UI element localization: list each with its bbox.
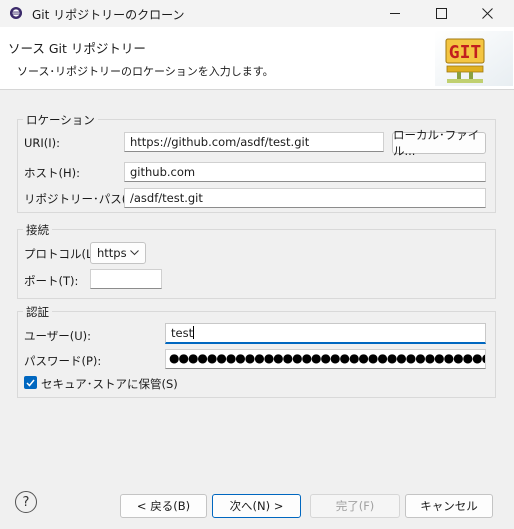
port-label: ポート(T): [24, 274, 79, 288]
help-icon[interactable]: ? [15, 491, 37, 513]
finish-button[interactable]: 完了(F) [310, 494, 400, 518]
minimize-button[interactable] [372, 0, 418, 27]
checkmark-icon [26, 379, 35, 387]
connection-group-label: 接続 [23, 222, 52, 238]
page-description: ソース･リポジトリーのロケーションを入力します。 [17, 65, 274, 78]
authentication-group-label: 認証 [23, 304, 52, 320]
chevron-down-icon [130, 250, 139, 256]
title-bar: Git リポジトリーのクローン [0, 0, 514, 27]
connection-group [17, 229, 496, 299]
uri-label: URI(I): [24, 136, 61, 150]
minimize-icon [390, 13, 400, 14]
store-secure-label[interactable]: セキュア･ストアに保管(S) [41, 376, 178, 392]
host-input[interactable]: github.com [124, 162, 486, 182]
user-input-value: test [171, 326, 194, 340]
protocol-select[interactable]: https [90, 242, 146, 264]
maximize-button[interactable] [418, 0, 464, 27]
git-logo-icon: GIT [435, 31, 513, 86]
cancel-button[interactable]: キャンセル [405, 494, 493, 518]
maximize-icon [435, 8, 447, 19]
password-label: パスワード(P): [24, 354, 102, 368]
git-logo-text: GIT [449, 42, 482, 63]
next-button[interactable]: 次へ(N) > [212, 494, 301, 518]
repository-path-input[interactable]: /asdf/test.git [124, 188, 486, 208]
wizard-header: ソース Git リポジトリー ソース･リポジトリーのロケーションを入力します。 … [0, 27, 514, 90]
close-icon [481, 8, 493, 19]
close-button[interactable] [464, 0, 510, 27]
local-file-button[interactable]: ローカル･ファイル... [392, 128, 486, 158]
user-input[interactable]: test [165, 323, 486, 344]
window-title: Git リポジトリーのクローン [32, 8, 185, 22]
text-cursor [193, 326, 195, 339]
host-label: ホスト(H): [24, 166, 80, 180]
uri-input[interactable]: https://github.com/asdf/test.git [124, 132, 384, 152]
store-secure-checkbox[interactable] [24, 376, 37, 389]
back-button[interactable]: < 戻る(B) [120, 494, 207, 518]
protocol-select-value: https [97, 246, 127, 260]
password-mask: ●●●●●●●●●●●●●●●●●●●●●●●●●●●●●●●●●●●●● [169, 351, 486, 365]
port-input[interactable] [90, 269, 162, 289]
password-input[interactable]: ●●●●●●●●●●●●●●●●●●●●●●●●●●●●●●●●●●●●● [165, 349, 486, 369]
eclipse-app-icon [9, 6, 23, 20]
user-label: ユーザー(U): [24, 329, 92, 343]
page-title: ソース Git リポジトリー [8, 41, 146, 56]
location-group-label: ロケーション [23, 112, 98, 128]
